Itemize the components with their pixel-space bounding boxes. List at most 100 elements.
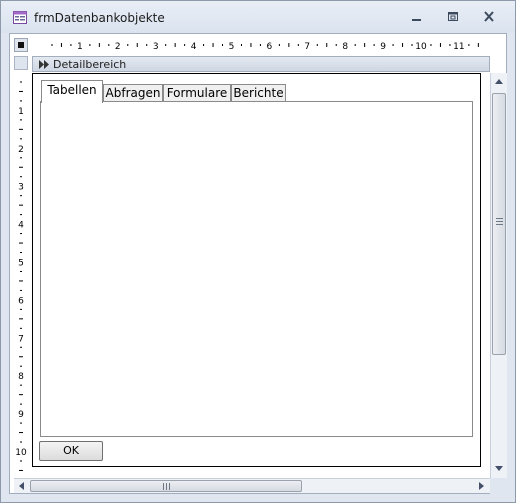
ruler-tick [364, 43, 366, 47]
form-window: frmDatenbankobjekte 123456789101112 Deta… [0, 0, 516, 503]
tab-formulare[interactable]: Formulare [163, 84, 231, 102]
section-header-detail[interactable]: Detailbereich [32, 56, 490, 72]
ruler-tick [19, 242, 23, 244]
ruler-tick [240, 44, 242, 46]
ruler-tick [19, 469, 23, 471]
ok-button[interactable]: OK [39, 441, 103, 461]
ruler-tick [20, 289, 22, 291]
ruler-label: 9 [380, 42, 386, 52]
scrollbar-corner [490, 478, 507, 494]
vertical-ruler: 1 2 3 4 5 6 7 8 9 10 [14, 72, 28, 492]
grip-icon [496, 218, 503, 225]
ruler-tick [19, 280, 23, 282]
tab-page[interactable] [40, 101, 473, 437]
ruler-tick [165, 44, 167, 46]
ruler-tick [430, 44, 432, 46]
ruler-tick [326, 43, 328, 47]
ruler-label: 2 [115, 42, 121, 52]
ruler-tick [20, 195, 22, 197]
form-selector[interactable] [14, 38, 28, 52]
ruler-tick [259, 44, 261, 46]
ruler-label: 7 [18, 334, 24, 344]
ruler-tick [20, 81, 22, 83]
tab-abfragen[interactable]: Abfragen [103, 84, 163, 102]
section-selector[interactable] [14, 56, 28, 70]
ruler-tick [60, 43, 62, 47]
ruler-tick [468, 44, 470, 46]
ruler-tick [19, 394, 23, 396]
ruler-tick [20, 346, 22, 348]
tab-tabellen[interactable]: Tabellen [41, 80, 103, 103]
close-icon[interactable] [475, 7, 503, 27]
ruler-tick [316, 44, 318, 46]
ruler-tick [20, 119, 22, 121]
ruler-tick [477, 43, 479, 47]
form-design-area: 123456789101112 Detailbereich 1234567891… [9, 33, 507, 494]
restore-icon[interactable] [439, 7, 467, 27]
ruler-tick [354, 44, 356, 46]
ruler-label: 8 [18, 372, 24, 382]
ruler-tick [174, 43, 176, 47]
ruler-tick [288, 43, 290, 47]
ruler-tick [89, 44, 91, 46]
ruler-label: 6 [267, 42, 273, 52]
ruler-tick [146, 44, 148, 46]
ruler-label: 10 [415, 42, 427, 52]
ruler-tick [19, 356, 23, 358]
ruler-tick [20, 441, 22, 443]
ruler-tick [51, 44, 53, 46]
ruler-tick [335, 44, 337, 46]
ruler-tick [20, 308, 22, 310]
ruler-tick [98, 43, 100, 47]
vertical-scrollbar[interactable] [490, 73, 507, 478]
ruler-tick [19, 166, 23, 168]
ruler-label: 6 [18, 296, 24, 306]
scroll-up-arrow-icon[interactable] [492, 75, 506, 89]
scroll-left-arrow-icon[interactable] [15, 479, 29, 493]
horizontal-scroll-thumb[interactable] [30, 480, 302, 492]
ruler-label: 3 [153, 42, 159, 52]
ruler-tick [402, 43, 404, 47]
ruler-tick [19, 432, 23, 434]
ruler-tick [20, 384, 22, 386]
ruler-tick [250, 43, 252, 47]
ruler-label: 8 [342, 42, 348, 52]
ruler-tick [20, 138, 22, 140]
grip-icon [163, 483, 170, 490]
ruler-label: 1 [18, 107, 24, 117]
ruler-tick [19, 204, 23, 206]
ruler-tick [70, 44, 72, 46]
minimize-icon[interactable] [403, 7, 431, 27]
ruler-tick [108, 44, 110, 46]
tab-berichte[interactable]: Berichte [231, 84, 286, 102]
ruler-tick [20, 422, 22, 424]
ruler-tick [20, 157, 22, 159]
ruler-tick [19, 90, 23, 92]
ruler-label: 11 [453, 42, 464, 52]
ruler-tick [212, 43, 214, 47]
ruler-tick [19, 318, 23, 320]
title-bar[interactable]: frmDatenbankobjekte [1, 1, 515, 33]
ruler-tick [203, 44, 205, 46]
ruler-tick [136, 43, 138, 47]
ruler-tick [222, 44, 224, 46]
ruler-label: 9 [18, 410, 24, 420]
ruler-label: 5 [18, 259, 24, 269]
detail-section[interactable]: Tabellen Abfragen Formulare Berichte OK [32, 73, 481, 467]
ruler-tick [373, 44, 375, 46]
ruler-tick [20, 214, 22, 216]
form-icon [13, 11, 27, 24]
ruler-tick [19, 128, 23, 130]
scroll-down-arrow-icon[interactable] [492, 461, 506, 475]
collapse-arrow-icon [39, 60, 49, 69]
scroll-right-arrow-icon[interactable] [474, 479, 488, 493]
ruler-tick [20, 327, 22, 329]
ruler-tick [20, 100, 22, 102]
section-label: Detailbereich [53, 58, 127, 71]
ruler-label: 2 [18, 145, 24, 155]
ruler-label: 3 [18, 183, 24, 193]
ruler-tick [20, 403, 22, 405]
horizontal-scrollbar[interactable] [14, 478, 490, 493]
ruler-tick [20, 252, 22, 254]
vertical-scroll-thumb[interactable] [492, 93, 506, 355]
